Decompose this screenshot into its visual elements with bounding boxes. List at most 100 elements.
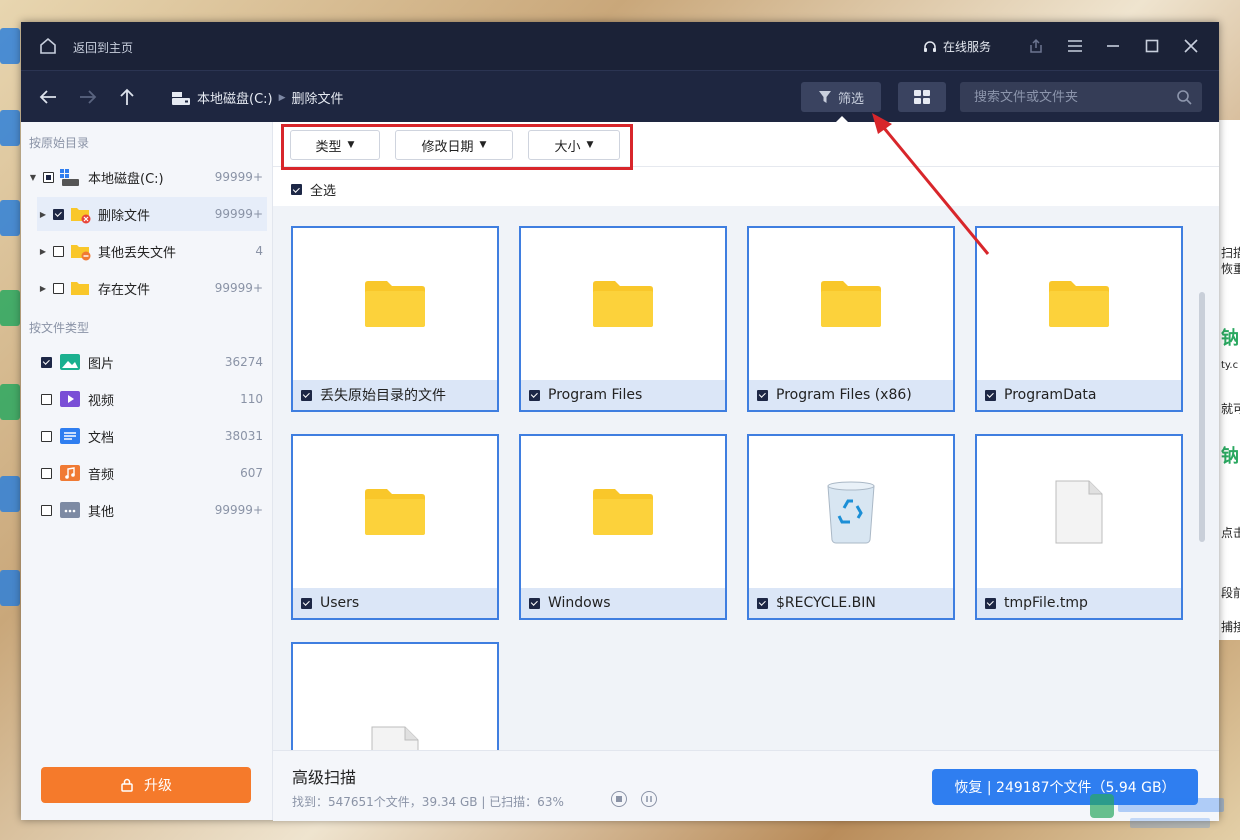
checkbox[interactable] (41, 356, 52, 368)
checkbox[interactable] (985, 597, 996, 609)
file-card[interactable]: Users (291, 434, 499, 620)
expand-right-icon[interactable]: ▶ (37, 284, 49, 293)
tree-item-other-lost-files[interactable]: ▶ 其他丢失文件 4 (37, 234, 267, 268)
breadcrumb-deleted-files[interactable]: 删除文件 (292, 88, 344, 107)
desktop-app-icon[interactable] (0, 290, 20, 326)
desktop-app-icon[interactable] (0, 476, 20, 512)
expand-down-icon[interactable]: ▼ (27, 173, 39, 182)
checkbox[interactable] (301, 389, 312, 401)
upgrade-label: 升级 (144, 778, 172, 794)
background-text: ty.c (1221, 360, 1239, 371)
checkbox[interactable] (757, 389, 768, 401)
folder-icon (521, 436, 725, 588)
grid-view-icon (914, 90, 930, 104)
stop-scan-button[interactable] (611, 791, 627, 807)
file-icon (977, 436, 1181, 588)
type-item-count: 110 (240, 392, 263, 406)
online-service-button[interactable]: 在线服务 (923, 38, 991, 55)
desktop-app-icon[interactable] (0, 200, 20, 236)
checkbox[interactable] (985, 389, 996, 401)
background-text: 钠 (1221, 328, 1239, 349)
file-card[interactable]: Program Files (519, 226, 727, 412)
share-button[interactable] (1024, 34, 1048, 58)
desktop-app-icon[interactable] (0, 28, 20, 64)
lost-folder-icon (70, 243, 91, 261)
checkbox[interactable] (53, 282, 64, 294)
file-card[interactable]: $RECYCLE.BIN (747, 434, 955, 620)
checkbox[interactable] (41, 504, 52, 516)
pause-scan-button[interactable] (641, 791, 657, 807)
desktop-app-icon[interactable] (0, 110, 20, 146)
file-card[interactable]: ProgramData (975, 226, 1183, 412)
file-card[interactable]: Windows (519, 434, 727, 620)
desktop-app-icon[interactable] (0, 570, 20, 606)
select-all-row[interactable]: 全选 (291, 180, 336, 199)
file-card-caption: Program Files (x86) (749, 380, 953, 410)
filter-button[interactable]: 筛选 (801, 82, 881, 112)
home-icon[interactable] (39, 37, 57, 55)
back-to-home-link[interactable]: 返回到主页 (73, 39, 133, 56)
file-name: Program Files (548, 387, 643, 403)
search-icon[interactable] (1176, 89, 1192, 105)
checkbox[interactable] (53, 208, 64, 220)
type-item-count: 36274 (224, 355, 263, 369)
tree-item-local-disk[interactable]: ▼ 本地磁盘(C:) 99999+ (27, 160, 267, 194)
breadcrumb: 本地磁盘(C:) ▶ 删除文件 (171, 88, 344, 107)
close-button[interactable] (1179, 34, 1203, 58)
stop-icon (616, 796, 622, 802)
other-files-icon (60, 502, 80, 518)
scrollbar[interactable] (1199, 292, 1205, 542)
type-item-label: 其他 (88, 504, 115, 520)
folder-icon (293, 228, 497, 380)
expand-right-icon[interactable]: ▶ (37, 247, 49, 256)
background-text: 捕接 (1221, 620, 1240, 634)
document-icon (60, 428, 80, 444)
select-all-checkbox[interactable] (291, 184, 302, 195)
menu-button[interactable] (1063, 34, 1087, 58)
file-card-caption: Program Files (521, 380, 725, 410)
background-text: 段前 (1221, 586, 1240, 600)
checkbox[interactable] (43, 171, 54, 183)
breadcrumb-separator-icon: ▶ (278, 92, 286, 103)
section-by-file-type: 按文件类型 (29, 321, 90, 335)
checkbox[interactable] (529, 597, 540, 609)
type-item-other[interactable]: 其他 99999+ (41, 493, 267, 527)
drive-icon (172, 91, 190, 105)
checkbox[interactable] (301, 597, 312, 609)
type-item-documents[interactable]: 文档 38031 (41, 419, 267, 453)
search-input[interactable] (960, 82, 1188, 112)
tree-item-deleted-files[interactable]: ▶ 删除文件 99999+ (37, 197, 267, 231)
file-browser: 类型 ▼ 修改日期 ▼ 大小 ▼ 全选 丢失原始目录的文件 Program Fi… (273, 122, 1219, 750)
file-icon (293, 644, 497, 750)
desktop-app-icon[interactable] (0, 384, 20, 420)
back-button[interactable] (36, 85, 60, 109)
maximize-button[interactable] (1140, 34, 1164, 58)
expand-right-icon[interactable]: ▶ (37, 210, 49, 219)
file-card[interactable]: 丢失原始目录的文件 (291, 226, 499, 412)
sidebar: 按原始目录 ▼ 本地磁盘(C:) 99999+ ▶ 删除文件 99999+ ▶ (21, 122, 273, 820)
file-card-caption: tmpFile.tmp (977, 588, 1181, 618)
file-card[interactable]: Program Files (x86) (747, 226, 955, 412)
tree-item-existing-files[interactable]: ▶ 存在文件 99999+ (37, 271, 267, 305)
arrow-left-icon (39, 90, 56, 104)
upgrade-button[interactable]: 升级 (41, 767, 251, 803)
checkbox[interactable] (529, 389, 540, 401)
checkbox[interactable] (41, 430, 52, 442)
checkbox[interactable] (53, 245, 64, 257)
type-item-video[interactable]: 视频 110 (41, 382, 267, 416)
checkbox[interactable] (757, 597, 768, 609)
tree-item-count: 99999+ (214, 170, 263, 184)
file-card[interactable]: tmpFile.tmp (975, 434, 1183, 620)
checkbox[interactable] (41, 467, 52, 479)
up-button[interactable] (115, 85, 139, 109)
forward-button[interactable] (76, 85, 100, 109)
checkbox[interactable] (41, 393, 52, 405)
type-item-audio[interactable]: 音频 607 (41, 456, 267, 490)
arrow-right-icon (80, 90, 97, 104)
type-item-pictures[interactable]: 图片 36274 (41, 345, 267, 379)
grid-view-button[interactable] (898, 82, 946, 112)
breadcrumb-drive[interactable]: 本地磁盘(C:) (197, 88, 273, 107)
minimize-button[interactable] (1101, 34, 1125, 58)
file-card[interactable] (291, 642, 499, 750)
type-item-label: 图片 (88, 356, 115, 372)
